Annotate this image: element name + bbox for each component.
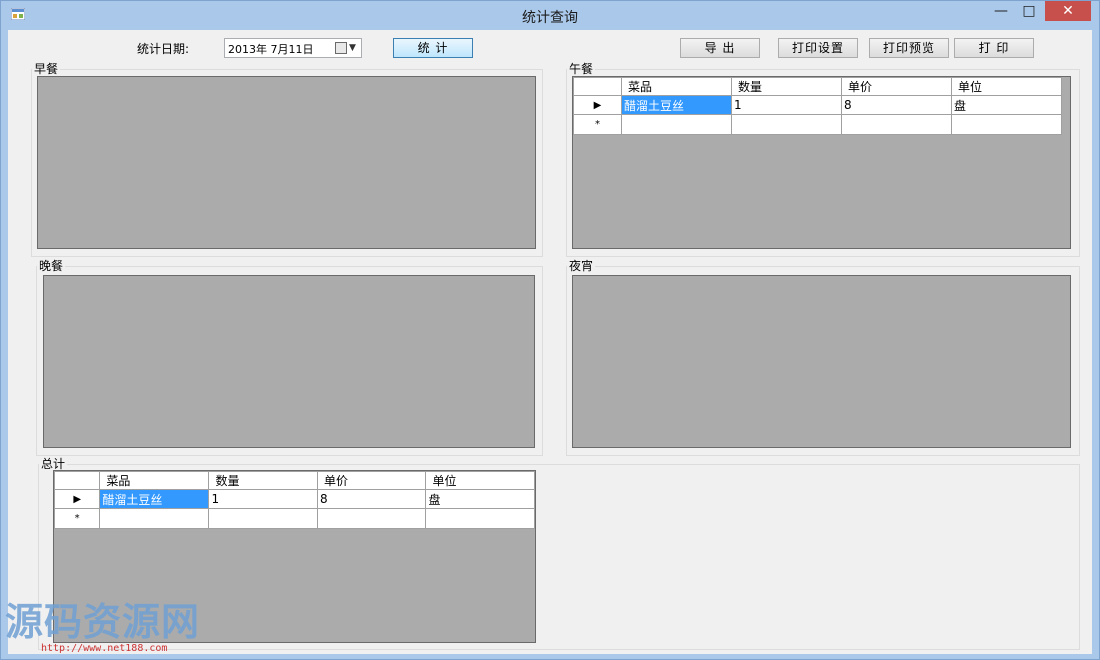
window-title: 统计查询: [522, 10, 578, 26]
table-row[interactable]: ▶ 醋溜土豆丝 1 8 盘: [573, 95, 1062, 115]
watermark-url: http://www.net188.com: [41, 643, 168, 654]
date-picker[interactable]: 2013年 7月11日 ▼: [224, 38, 362, 58]
new-row[interactable]: *: [54, 508, 535, 529]
client-area: 统计日期: 2013年 7月11日 ▼ 统 计 导 出 打印设置 打印预览 打 …: [8, 30, 1092, 654]
app-window: 统计查询 — □ ✕ 统计日期: 2013年 7月11日 ▼ 统 计 导 出 打…: [0, 0, 1100, 660]
watermark-logo: 源码资源网: [5, 600, 201, 644]
print-settings-button[interactable]: 打印设置: [778, 38, 858, 58]
minimize-button[interactable]: —: [987, 1, 1015, 21]
cell-unit[interactable]: 盘: [951, 95, 1062, 115]
row-header-corner: [573, 77, 622, 96]
new-cell-unit[interactable]: [425, 508, 535, 529]
column-header-price[interactable]: 单价: [316, 471, 427, 490]
lunch-table: 菜品 数量 单价 单位 ▶ 醋溜土豆丝 1 8 盘 *: [573, 77, 1062, 135]
breakfast-grid[interactable]: [37, 76, 536, 249]
lunch-group: 午餐 菜品 数量 单价 单位 ▶ 醋溜土豆丝 1 8 盘 *: [566, 62, 1080, 257]
new-cell-qty[interactable]: [731, 114, 842, 135]
table-header-row: 菜品 数量 单价 单位: [573, 77, 1062, 96]
row-indicator-icon[interactable]: ▶: [54, 489, 101, 509]
new-cell-price[interactable]: [316, 508, 427, 529]
cell-dish[interactable]: 醋溜土豆丝: [99, 489, 210, 509]
cell-unit[interactable]: 盘: [425, 489, 535, 509]
new-row[interactable]: *: [573, 114, 1062, 135]
new-cell-dish[interactable]: [621, 114, 732, 135]
table-row[interactable]: ▶ 醋溜土豆丝 1 8 盘: [54, 489, 535, 509]
lunch-group-title: 午餐: [567, 62, 596, 76]
chevron-down-icon[interactable]: ▼: [349, 39, 356, 57]
row-header-corner: [54, 471, 101, 490]
column-header-price[interactable]: 单价: [841, 77, 952, 96]
table-header-row: 菜品 数量 单价 单位: [54, 471, 535, 490]
print-button[interactable]: 打 印: [954, 38, 1034, 58]
row-indicator-icon[interactable]: ▶: [573, 95, 622, 115]
stat-button[interactable]: 统 计: [393, 38, 473, 58]
date-value: 2013年 7月11日: [228, 43, 314, 56]
cell-dish[interactable]: 醋溜土豆丝: [621, 95, 732, 115]
new-cell-unit[interactable]: [951, 114, 1062, 135]
cell-price[interactable]: 8: [316, 489, 427, 509]
night-snack-group-title: 夜宵: [567, 259, 596, 273]
maximize-button[interactable]: □: [1015, 1, 1043, 21]
total-group-title: 总计: [39, 457, 68, 471]
new-row-indicator-icon[interactable]: *: [573, 114, 622, 135]
cell-qty[interactable]: 1: [208, 489, 318, 509]
night-snack-group: 夜宵: [566, 259, 1080, 456]
breakfast-group-title: 早餐: [32, 62, 61, 76]
print-preview-button[interactable]: 打印预览: [869, 38, 949, 58]
breakfast-group: 早餐: [31, 62, 543, 257]
title-bar: 统计查询 — □ ✕: [1, 1, 1099, 29]
lunch-grid[interactable]: 菜品 数量 单价 单位 ▶ 醋溜土豆丝 1 8 盘 *: [572, 76, 1071, 249]
column-header-dish[interactable]: 菜品: [621, 77, 732, 96]
new-cell-qty[interactable]: [208, 508, 318, 529]
new-row-indicator-icon[interactable]: *: [54, 508, 101, 529]
dinner-grid[interactable]: [43, 275, 535, 448]
column-header-dish[interactable]: 菜品: [99, 471, 210, 490]
date-label: 统计日期:: [137, 42, 190, 56]
column-header-qty[interactable]: 数量: [208, 471, 318, 490]
new-cell-dish[interactable]: [99, 508, 210, 529]
dinner-group: 晚餐: [36, 259, 543, 456]
calendar-icon[interactable]: [335, 42, 347, 54]
close-button[interactable]: ✕: [1045, 1, 1091, 21]
export-button[interactable]: 导 出: [680, 38, 760, 58]
column-header-qty[interactable]: 数量: [731, 77, 842, 96]
new-cell-price[interactable]: [841, 114, 952, 135]
column-header-unit[interactable]: 单位: [951, 77, 1062, 96]
night-snack-grid[interactable]: [572, 275, 1071, 448]
cell-price[interactable]: 8: [841, 95, 952, 115]
dinner-group-title: 晚餐: [37, 259, 66, 273]
cell-qty[interactable]: 1: [731, 95, 842, 115]
total-table: 菜品 数量 单价 单位 ▶ 醋溜土豆丝 1 8 盘 *: [54, 471, 535, 529]
column-header-unit[interactable]: 单位: [425, 471, 535, 490]
